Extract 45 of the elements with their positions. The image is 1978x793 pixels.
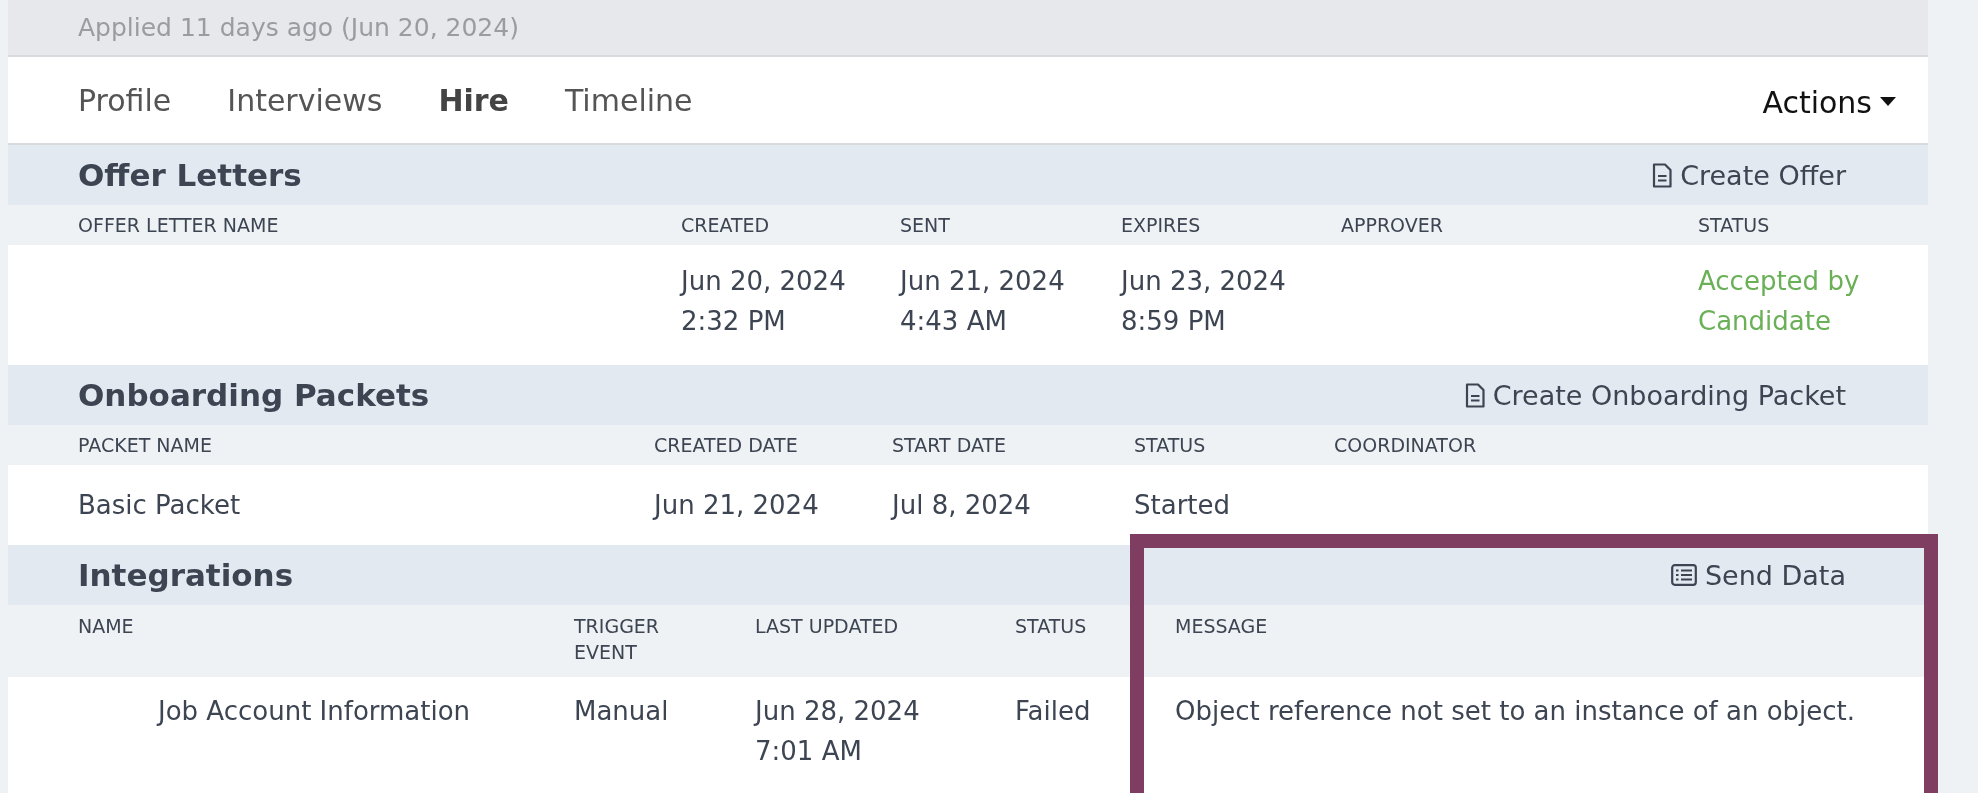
table-cell-text: Jun 28, 2024 7:01 AM: [755, 695, 920, 768]
tab[interactable]: Profile: [78, 82, 172, 118]
table-cell-text: Jun 20, 2024 2:32 PM: [681, 265, 846, 338]
column-header: TRIGGER EVENT: [574, 614, 661, 665]
column-header: STATUS: [1134, 433, 1207, 458]
table-cell-text: Manual: [574, 695, 669, 728]
actions-menu[interactable]: Actions: [1762, 80, 1896, 124]
section-title: Offer Letters: [78, 157, 302, 193]
table-cell-text: Basic Packet: [78, 489, 241, 522]
table-cell-text: Jun 23, 2024 8:59 PM: [1121, 265, 1286, 338]
table-cell-text: Accepted by Candidate: [1698, 265, 1860, 338]
column-header: START DATE: [892, 433, 1008, 458]
list-icon: [1670, 564, 1697, 586]
table-cell-text: Failed: [1015, 695, 1091, 728]
applied-date: Applied 11 days ago (Jun 20, 2024): [78, 13, 519, 42]
column-header: MESSAGE: [1175, 614, 1269, 639]
tab[interactable]: Timeline: [564, 82, 693, 118]
section-action-link[interactable]: Create Offer: [1652, 159, 1846, 191]
column-header: LAST UPDATED: [755, 614, 900, 639]
table-cell-text: Job Account Information: [158, 695, 471, 728]
tab[interactable]: Hire: [438, 82, 509, 118]
table-cell-text: Jun 21, 2024 4:43 AM: [900, 265, 1065, 338]
column-header: EXPIRES: [1121, 213, 1202, 238]
table-cell-text: Jul 8, 2024: [892, 489, 1031, 522]
column-header: NAME: [78, 614, 135, 639]
document-icon: [1464, 382, 1485, 408]
column-header: CREATED: [681, 213, 771, 238]
caret-icon: [1880, 97, 1896, 107]
column-header: PACKET NAME: [78, 433, 213, 458]
section-action-link[interactable]: Create Onboarding Packet: [1464, 379, 1846, 411]
column-header: OFFER LETTER NAME: [78, 213, 280, 238]
column-header: SENT: [900, 213, 951, 238]
section-action-link[interactable]: Send Data: [1670, 559, 1846, 591]
table-cell-text: Started: [1134, 489, 1230, 522]
section-title: Onboarding Packets: [78, 377, 430, 413]
column-header: CREATED DATE: [654, 433, 799, 458]
table-cell-text: Object reference not set to an instance of an object.: [1175, 695, 1856, 728]
column-header: STATUS: [1015, 614, 1088, 639]
column-header: APPROVER: [1341, 213, 1444, 238]
table-cell-text: Jun 21, 2024: [654, 489, 819, 522]
section-title: Integrations: [78, 557, 294, 593]
column-header: COORDINATOR: [1334, 433, 1478, 458]
document-icon: [1652, 162, 1673, 188]
column-header: STATUS: [1698, 213, 1771, 238]
tab[interactable]: Interviews: [227, 82, 383, 118]
